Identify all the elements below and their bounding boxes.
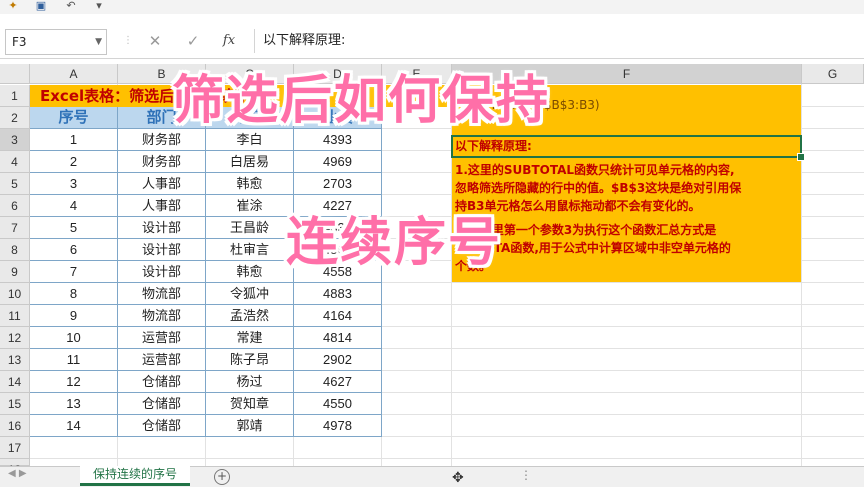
table-cell-number[interactable]: 11 <box>30 349 118 371</box>
table-cell-number[interactable]: 8 <box>30 283 118 305</box>
table-cell-department[interactable]: 财务部 <box>118 151 206 173</box>
table-cell-performance[interactable]: 4550 <box>294 393 382 415</box>
table-cell-number[interactable]: 13 <box>30 393 118 415</box>
row-header[interactable]: 1 <box>0 85 30 107</box>
table-cell-department[interactable]: 物流部 <box>118 283 206 305</box>
table-cell-department[interactable]: 设计部 <box>118 217 206 239</box>
table-cell-name[interactable]: 韩愈 <box>206 173 294 195</box>
quick-access-toolbar: ✦ ▣ ↶ ▾ <box>0 0 864 14</box>
table-cell-number[interactable]: 3 <box>30 173 118 195</box>
table-cell-number[interactable]: 2 <box>30 151 118 173</box>
add-sheet-icon[interactable]: + <box>214 469 230 485</box>
cancel-icon[interactable]: ✕ <box>145 29 165 53</box>
table-cell-department[interactable]: 物流部 <box>118 305 206 327</box>
column-header-g[interactable]: G <box>802 64 864 84</box>
table-cell-number[interactable]: 10 <box>30 327 118 349</box>
table-cell-department[interactable]: 人事部 <box>118 195 206 217</box>
table-cell-name[interactable]: 杜审言 <box>206 239 294 261</box>
name-box[interactable]: F3 ▼ <box>5 29 107 55</box>
active-cell-selection <box>451 135 802 158</box>
table-cell-performance[interactable]: 4969 <box>294 151 382 173</box>
table-cell-performance[interactable]: 4978 <box>294 415 382 437</box>
more-options-icon[interactable]: ⋮ <box>118 29 138 53</box>
table-cell-number[interactable]: 1 <box>30 129 118 151</box>
new-file-icon[interactable]: ✦ <box>6 0 20 12</box>
row-header[interactable]: 9 <box>0 261 30 283</box>
table-cell-name[interactable]: 孟浩然 <box>206 305 294 327</box>
row-header[interactable]: 17 <box>0 437 30 459</box>
row-header[interactable]: 7 <box>0 217 30 239</box>
table-cell-department[interactable]: 设计部 <box>118 239 206 261</box>
table-cell-performance[interactable]: 4883 <box>294 283 382 305</box>
undo-icon[interactable]: ↶ <box>64 0 78 12</box>
table-cell-performance[interactable]: 4627 <box>294 371 382 393</box>
table-cell-performance[interactable]: 2703 <box>294 173 382 195</box>
table-cell-number[interactable]: 9 <box>30 305 118 327</box>
table-cell-name[interactable]: 韩愈 <box>206 261 294 283</box>
table-cell-name[interactable]: 崔涂 <box>206 195 294 217</box>
row-header[interactable]: 8 <box>0 239 30 261</box>
save-icon[interactable]: ▣ <box>34 0 48 12</box>
table-cell-number[interactable]: 12 <box>30 371 118 393</box>
table-cell-number[interactable]: 4 <box>30 195 118 217</box>
table-cell-name[interactable]: 令狐冲 <box>206 283 294 305</box>
table-cell-name[interactable]: 白居易 <box>206 151 294 173</box>
formula-input[interactable]: 以下解释原理: <box>254 29 858 53</box>
row-header[interactable]: 11 <box>0 305 30 327</box>
table-cell-number[interactable]: 6 <box>30 239 118 261</box>
table-cell-department[interactable]: 仓储部 <box>118 371 206 393</box>
table-cell-performance[interactable]: 4814 <box>294 327 382 349</box>
fill-handle[interactable] <box>797 153 805 161</box>
table-cell-name[interactable]: 陈子昂 <box>206 349 294 371</box>
table-cell-department[interactable]: 仓储部 <box>118 415 206 437</box>
insert-function-icon[interactable]: fx <box>219 29 239 53</box>
sheet-nav-arrows-icon[interactable]: ◀ ▶ <box>8 468 27 479</box>
table-cell-department[interactable]: 设计部 <box>118 261 206 283</box>
row-header[interactable]: 14 <box>0 371 30 393</box>
table-cell-performance[interactable]: 4164 <box>294 305 382 327</box>
sheet-tab[interactable]: 保持连续的序号 <box>80 466 190 486</box>
chevron-down-icon[interactable]: ▼ <box>95 30 102 54</box>
row-header[interactable]: 12 <box>0 327 30 349</box>
table-cell-number[interactable]: 5 <box>30 217 118 239</box>
name-box-value: F3 <box>12 35 27 49</box>
customize-toolbar-icon[interactable]: ▾ <box>92 0 106 12</box>
note-line: 忽略筛选所隐藏的行中的值。$B$3这块是绝对引用保 <box>455 181 742 195</box>
row-header[interactable]: 3 <box>0 129 30 151</box>
row-header[interactable]: 18 <box>0 459 30 477</box>
table-cell-number[interactable]: 7 <box>30 261 118 283</box>
gridline <box>30 458 864 459</box>
overlay-title-line1: 筛选后如何保持 <box>172 71 551 131</box>
overlay-title-line2: 连续序号 <box>286 213 503 273</box>
row-header[interactable]: 15 <box>0 393 30 415</box>
note-line: 1.这里的SUBTOTAL函数只统计可见单元格的内容, <box>455 163 735 177</box>
row-header[interactable]: 4 <box>0 151 30 173</box>
header-cell-number[interactable]: 序号 <box>30 107 118 129</box>
column-header-a[interactable]: A <box>30 64 118 84</box>
table-cell-performance[interactable]: 2902 <box>294 349 382 371</box>
table-cell-name[interactable]: 常建 <box>206 327 294 349</box>
row-header[interactable]: 6 <box>0 195 30 217</box>
table-cell-name[interactable]: 王昌龄 <box>206 217 294 239</box>
table-cell-name[interactable]: 郭靖 <box>206 415 294 437</box>
row-header[interactable]: 2 <box>0 107 30 129</box>
move-cursor-icon: ✥ <box>452 470 464 486</box>
row-header[interactable]: 5 <box>0 173 30 195</box>
tab-scroll-handle-icon[interactable]: ⋮ <box>520 468 533 482</box>
table-cell-department[interactable]: 仓储部 <box>118 393 206 415</box>
row-header[interactable]: 10 <box>0 283 30 305</box>
row-header[interactable]: 16 <box>0 415 30 437</box>
table-cell-name[interactable]: 杨过 <box>206 371 294 393</box>
select-all-corner[interactable] <box>0 64 30 84</box>
table-cell-department[interactable]: 运营部 <box>118 349 206 371</box>
table-cell-name[interactable]: 贺知章 <box>206 393 294 415</box>
table-cell-department[interactable]: 运营部 <box>118 327 206 349</box>
row-header[interactable]: 13 <box>0 349 30 371</box>
table-cell-department[interactable]: 人事部 <box>118 173 206 195</box>
enter-icon[interactable]: ✓ <box>183 29 203 53</box>
table-cell-number[interactable]: 14 <box>30 415 118 437</box>
